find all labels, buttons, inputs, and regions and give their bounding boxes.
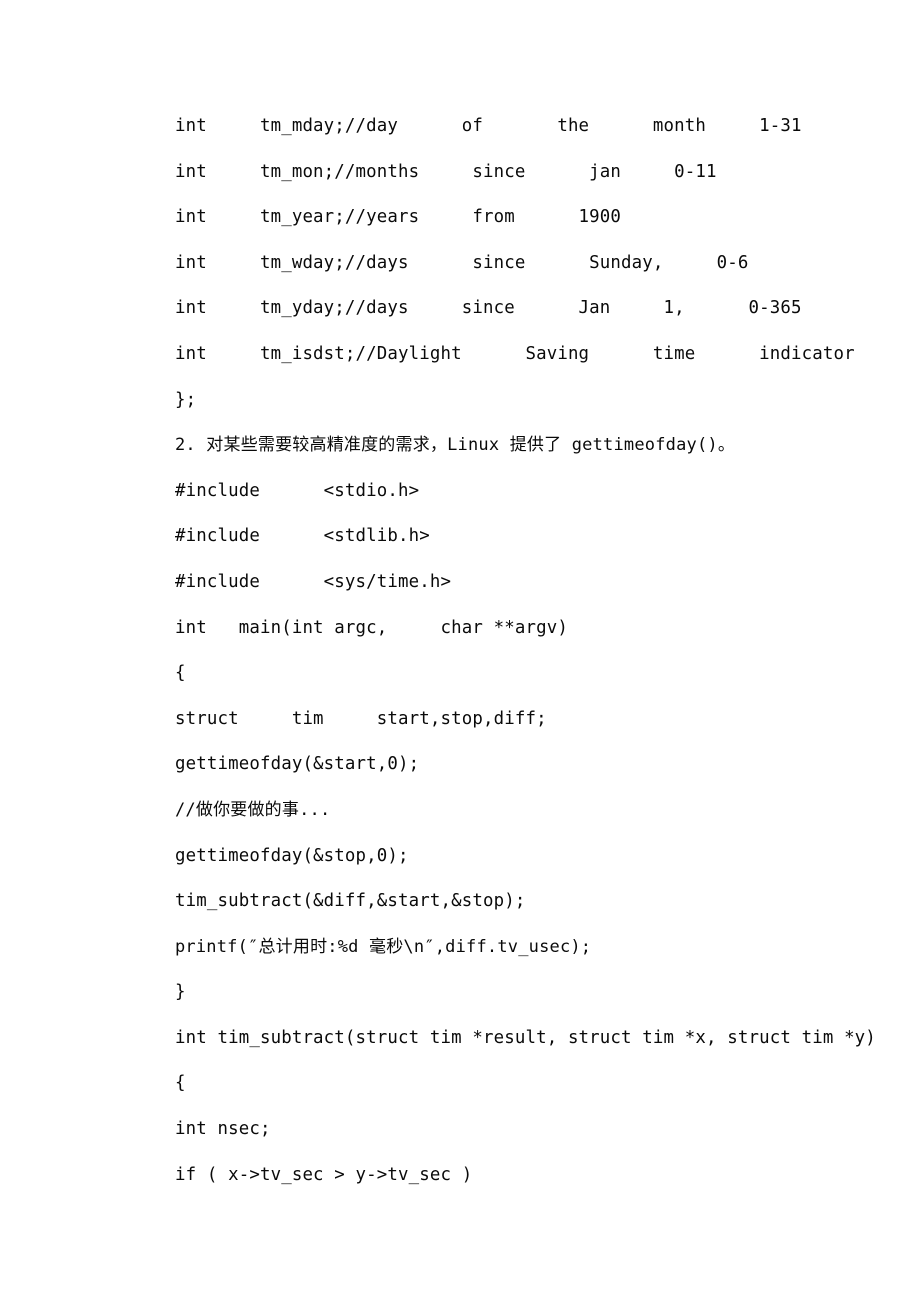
text-line-main-open-brace: { [175,663,186,684]
text-line-tim-subtract-open-brace: { [175,1073,186,1094]
text-line-paragraph-item-2: 2. 对某些需要较高精准度的需求，Linux 提供了 gettimeofday(… [175,435,736,456]
text-line-decl-int-nsec: int nsec; [175,1119,271,1140]
text-line-struct-field-tm-isdst: int tm_isdst;//Daylight Saving time indi… [175,343,855,364]
text-line-call-printf-total: printf(″总计用时:%d 毫秒\n″,diff.tv_usec); [175,936,592,957]
text-line-struct-field-tm-yday: int tm_yday;//days since Jan 1, 0-365 [175,298,802,319]
text-line-include-stdlib: #include <stdlib.h> [175,526,430,547]
text-line-struct-field-tm-year: int tm_year;//years from 1900 [175,207,622,228]
text-line-tim-subtract-signature: int tim_subtract(struct tim *result, str… [175,1027,876,1048]
text-line-if-tv-sec-compare: if ( x->tv_sec > y->tv_sec ) [175,1164,473,1185]
document-text-body: int tm_mday;//day of the month 1-31 int t… [175,104,876,1198]
text-line-struct-field-tm-wday: int tm_wday;//days since Sunday, 0-6 [175,252,749,273]
text-line-call-gettimeofday-stop: gettimeofday(&stop,0); [175,845,409,866]
document-page: int tm_mday;//day of the month 1-31 int t… [0,0,920,1302]
text-line-comment-do-your-work: //做你要做的事... [175,799,331,820]
text-line-call-gettimeofday-start: gettimeofday(&start,0); [175,754,420,775]
text-line-include-sys-time: #include <sys/time.h> [175,571,452,592]
text-line-main-close-brace: } [175,982,186,1003]
text-line-struct-close: }; [175,389,197,410]
text-line-struct-field-tm-mday: int tm_mday;//day of the month 1-31 [175,116,802,136]
text-line-main-signature: int main(int argc, char **argv) [175,617,568,638]
text-line-decl-struct-tim: struct tim start,stop,diff; [175,708,547,729]
text-line-struct-field-tm-mon: int tm_mon;//months since jan 0-11 [175,161,717,182]
text-line-call-tim-subtract: tim_subtract(&diff,&start,&stop); [175,891,526,912]
text-line-include-stdio: #include <stdio.h> [175,480,420,501]
